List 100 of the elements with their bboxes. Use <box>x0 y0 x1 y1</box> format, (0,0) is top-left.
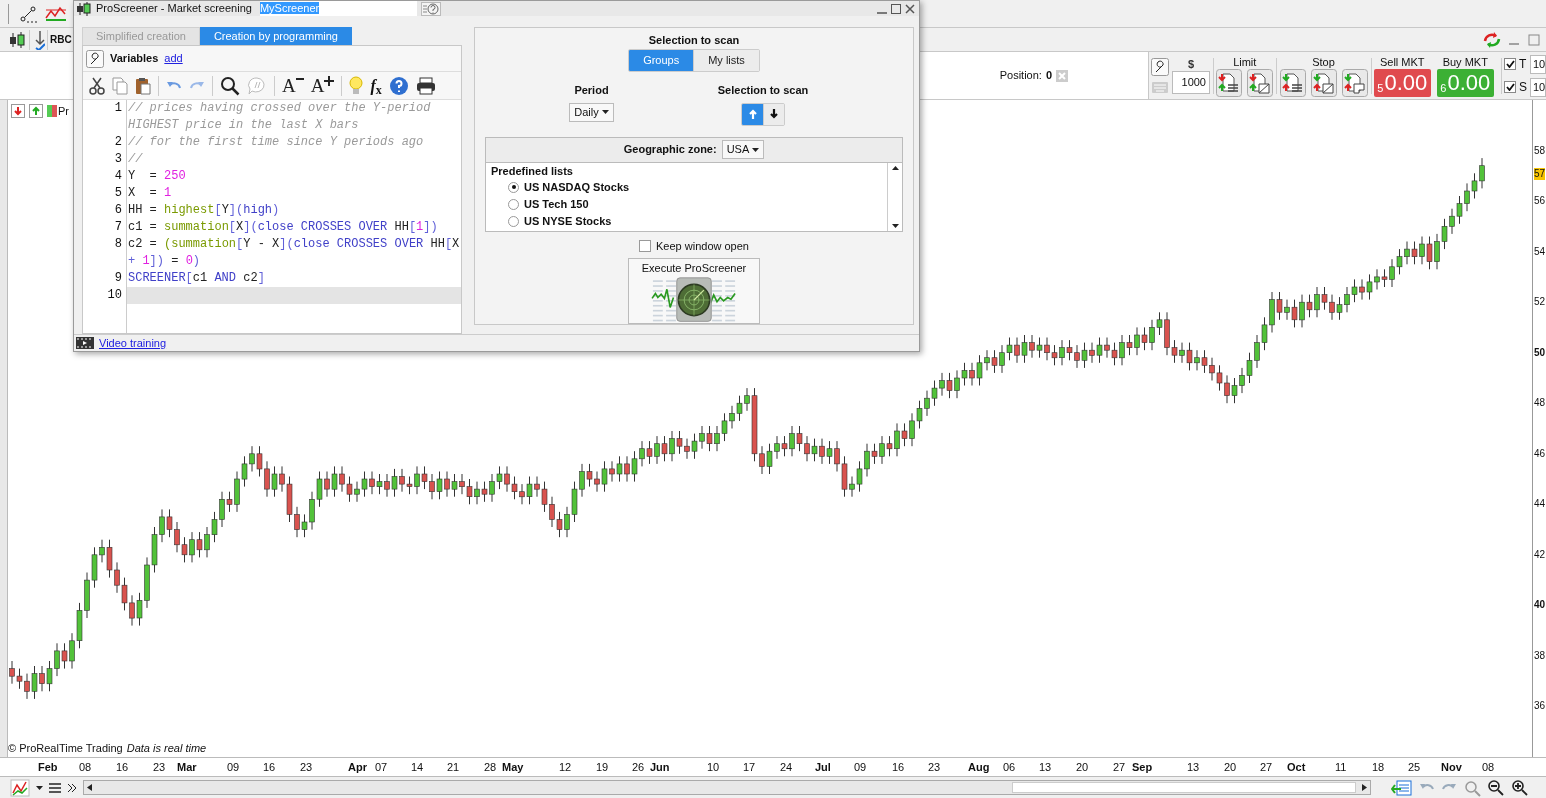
candlestick <box>39 665 45 692</box>
scroll-right-icon[interactable] <box>1362 784 1367 791</box>
menu-icon[interactable] <box>49 782 61 793</box>
chart-style-icon[interactable] <box>10 778 30 797</box>
scroll-down-icon[interactable] <box>891 223 899 228</box>
value-field[interactable]: 10 <box>1530 54 1546 74</box>
value-field[interactable]: 10 <box>1530 77 1546 97</box>
list-option[interactable]: US Tech 150 <box>524 195 589 213</box>
scroll-up-icon[interactable] <box>891 165 899 170</box>
scrollbar[interactable] <box>887 162 902 231</box>
tab[interactable]: Creation by programming <box>199 27 352 45</box>
zone-dropdown[interactable]: USA <box>721 140 765 159</box>
help-icon[interactable] <box>388 75 409 96</box>
search-icon[interactable] <box>220 75 240 96</box>
stop-order-icon[interactable] <box>1341 68 1368 97</box>
list-option[interactable]: US NASDAQ Stocks <box>524 178 630 196</box>
radio-button[interactable] <box>508 181 519 193</box>
paste-icon[interactable] <box>135 76 151 95</box>
scrollbar[interactable] <box>83 780 1371 795</box>
close-icon[interactable] <box>905 3 915 14</box>
candlestick <box>301 513 308 538</box>
candlestick <box>909 412 915 447</box>
font-decrease-button[interactable]: A <box>282 75 304 96</box>
candlestick <box>624 455 630 483</box>
checkbox[interactable] <box>1504 58 1516 70</box>
candlestick <box>646 440 653 465</box>
zoom-in-icon[interactable] <box>1511 778 1529 797</box>
candlestick <box>294 506 300 538</box>
maximize-icon[interactable] <box>891 3 901 14</box>
candlestick <box>901 422 908 447</box>
formula-button[interactable]: f$_{x}$ <box>370 76 382 95</box>
printer-icon[interactable] <box>415 76 436 95</box>
export-icon[interactable] <box>1391 778 1413 797</box>
candlestick <box>414 465 420 495</box>
stop-order-icon[interactable] <box>1310 68 1337 97</box>
checkbox[interactable] <box>639 239 651 252</box>
refresh-icon[interactable] <box>1482 30 1502 49</box>
video-training-link[interactable]: Video training <box>99 334 167 352</box>
checkbox-label: S <box>1519 79 1527 96</box>
stop-order-icon[interactable] <box>1279 68 1306 97</box>
segment-button[interactable]: Groups <box>629 50 694 71</box>
list-option[interactable]: US NYSE Stocks <box>524 212 612 230</box>
candlestick <box>849 476 855 498</box>
arrow-down-icon[interactable] <box>11 104 25 119</box>
candlestick <box>1396 248 1403 275</box>
candlestick <box>1081 342 1088 369</box>
date-label: 20 <box>1224 761 1237 774</box>
radio-button[interactable] <box>508 215 519 227</box>
line-tool-icon[interactable] <box>19 4 37 23</box>
candlestick-icon[interactable] <box>8 30 26 49</box>
scroll-left-icon[interactable] <box>87 784 92 791</box>
zoom-fit-icon[interactable] <box>1463 778 1481 797</box>
candlestick <box>1389 258 1395 288</box>
candlestick <box>766 443 773 475</box>
execute-button[interactable]: Execute ProScreener <box>628 258 760 324</box>
candlestick <box>669 430 675 462</box>
candlestick <box>654 435 660 465</box>
candlestick <box>1276 291 1283 321</box>
checkbox[interactable] <box>1504 81 1516 93</box>
help-icon[interactable] <box>420 1 441 16</box>
sort-down-button[interactable] <box>763 103 784 125</box>
candlestick <box>616 455 623 483</box>
period-label: Period <box>574 83 609 98</box>
market-order-button[interactable]: 50.00 <box>1373 68 1431 97</box>
candlestick <box>1141 326 1148 351</box>
candlestick <box>601 460 608 493</box>
add-link[interactable]: add <box>164 50 183 67</box>
zone-label: Geographic zone: <box>623 142 717 158</box>
double-chevron-icon[interactable] <box>67 782 77 793</box>
section-heading: Selection to scan <box>648 34 740 47</box>
arrow-up-icon[interactable] <box>29 104 43 119</box>
radio-button[interactable] <box>508 198 519 210</box>
sort-up-button[interactable] <box>742 103 763 125</box>
limit-order-icon[interactable] <box>1247 68 1274 97</box>
download-icon[interactable] <box>33 29 45 50</box>
candlestick <box>946 372 953 399</box>
limit-order-icon[interactable] <box>1216 68 1243 97</box>
copyright-text: © ProRealTime Trading <box>8 740 123 756</box>
font-increase-button[interactable]: A <box>310 75 335 96</box>
candlestick <box>316 471 323 508</box>
amount-field[interactable]: 1000 <box>1172 71 1210 94</box>
candlestick <box>361 471 368 498</box>
date-label: 23 <box>928 761 941 774</box>
period-dropdown[interactable]: Daily <box>569 102 614 122</box>
indicator-icon[interactable] <box>45 4 67 23</box>
candlestick <box>526 476 533 505</box>
date-label: 13 <box>1039 761 1052 774</box>
segment-button[interactable]: My lists <box>693 50 759 71</box>
candlestick <box>819 438 825 465</box>
candlestick <box>961 362 968 386</box>
candlestick <box>1149 319 1155 351</box>
candlestick <box>631 450 638 483</box>
chart-tab-label: Pr <box>58 104 69 119</box>
candlestick <box>1329 294 1335 321</box>
candlestick <box>609 460 615 483</box>
candlestick <box>1036 337 1043 359</box>
candlestick <box>211 511 218 543</box>
zoom-out-icon[interactable] <box>1487 778 1505 797</box>
scissors-icon[interactable] <box>89 76 105 95</box>
candlestick <box>1066 339 1073 361</box>
